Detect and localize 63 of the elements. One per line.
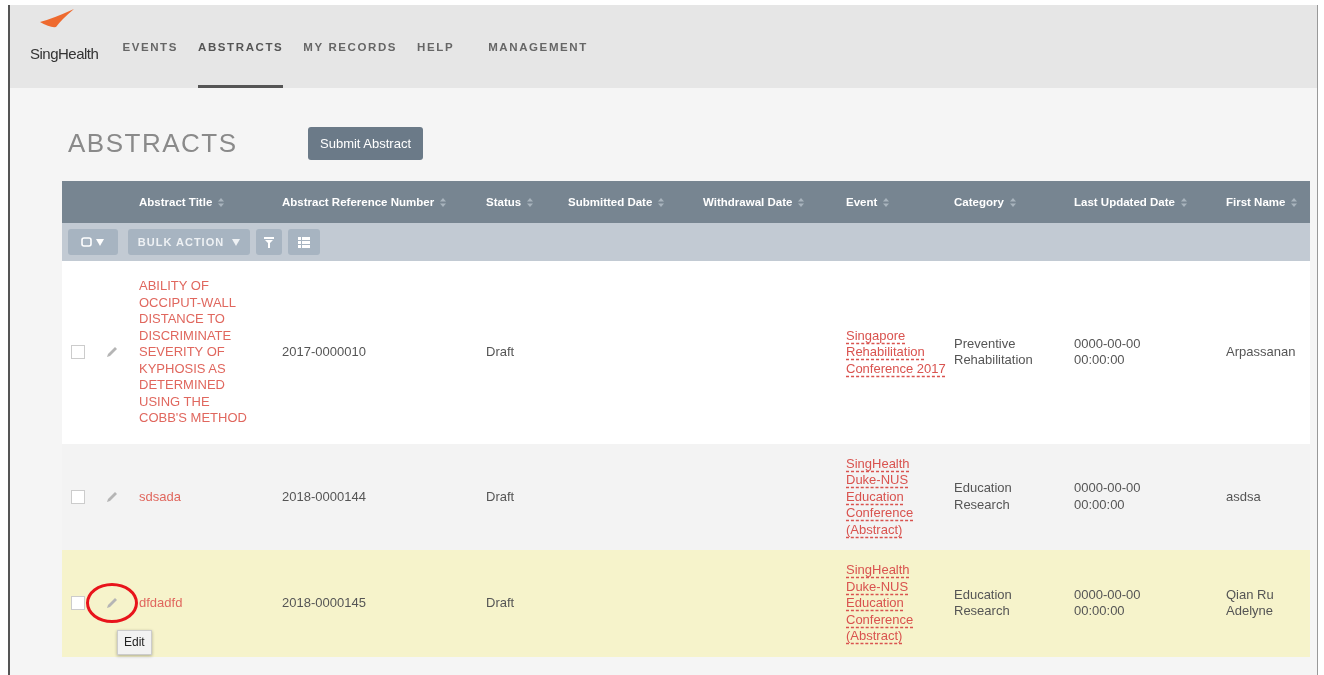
category-text: Education Research xyxy=(954,480,1013,514)
nav-tab[interactable]: HELP xyxy=(417,5,455,88)
filter-button[interactable] xyxy=(256,229,282,255)
row-checkbox[interactable] xyxy=(71,596,85,611)
first-name: asdsa xyxy=(1226,488,1262,505)
column-header[interactable]: Last Updated Date xyxy=(1074,196,1175,208)
sort-icon[interactable] xyxy=(527,197,534,207)
sort-icon[interactable] xyxy=(1180,197,1187,207)
column-header[interactable]: Submitted Date xyxy=(568,196,653,208)
checkbox-caret-icon xyxy=(81,237,105,247)
sort-icon[interactable] xyxy=(1291,197,1298,207)
sort-icon[interactable] xyxy=(1009,197,1016,207)
status-text: Draft xyxy=(486,488,516,505)
abstract-title-link[interactable]: dfdadfd xyxy=(139,595,189,612)
tooltip: Edit xyxy=(117,630,152,655)
column-header[interactable]: Withdrawal Date xyxy=(703,196,793,208)
last-updated-date: 0000-00-00 00:00:00 xyxy=(1074,480,1142,514)
pencil-icon[interactable] xyxy=(105,489,119,504)
column-header[interactable]: First Name xyxy=(1226,196,1286,208)
column-header[interactable]: Event xyxy=(846,196,878,208)
sort-icon[interactable] xyxy=(218,197,225,207)
nav-tab[interactable]: MY RECORDS xyxy=(303,5,398,88)
pencil-icon[interactable] xyxy=(105,596,119,611)
logo-text[interactable]: SingHealth xyxy=(30,31,99,62)
page-title: ABSTRACTS xyxy=(68,128,239,159)
submit-abstract-button[interactable]: Submit Abstract xyxy=(308,127,424,160)
event-link[interactable]: SingHealth Duke-NUS Education Conference (Abstract) xyxy=(846,455,946,538)
filter-icon xyxy=(264,236,274,248)
last-updated-date: 0000-00-00 00:00:00 xyxy=(1074,586,1142,620)
pencil-icon[interactable] xyxy=(105,345,119,360)
reference-number: 2018-0000144 xyxy=(282,488,367,505)
row-checkbox[interactable] xyxy=(71,489,85,504)
reference-number: 2018-0000145 xyxy=(282,595,367,612)
column-chooser-button[interactable] xyxy=(288,229,320,255)
reference-number: 2017-0000010 xyxy=(282,344,367,361)
column-header[interactable]: Status xyxy=(486,196,522,208)
sort-icon[interactable] xyxy=(658,197,665,207)
nav-tab[interactable]: ABSTRACTS xyxy=(198,5,284,88)
sort-icon[interactable] xyxy=(883,197,890,207)
abstract-title-link[interactable]: ABILITY OF OCCIPUT-WALL DISTANCE TO DISCRIMINATE SEVERITY OF KYPHOSIS AS DETERMINED USING THE COBB'S METHOD xyxy=(139,278,257,427)
sort-icon[interactable] xyxy=(798,197,805,207)
abstract-title-link[interactable]: sdsada xyxy=(139,488,187,505)
select-dropdown[interactable] xyxy=(68,229,118,255)
column-header[interactable]: Category xyxy=(954,196,1004,208)
nav-tab[interactable]: EVENTS xyxy=(122,5,178,88)
caret-icon xyxy=(232,238,241,246)
nav-tab[interactable]: MANAGEMENT xyxy=(488,5,588,88)
column-header[interactable]: Abstract Title xyxy=(139,196,213,208)
category-text: Education Research xyxy=(954,586,1013,620)
event-link[interactable]: SingHealth Duke-NUS Education Conference (Abstract) xyxy=(846,562,946,645)
column-header[interactable]: Abstract Reference Number xyxy=(282,196,435,208)
list-icon xyxy=(298,236,310,248)
first-name: Qian Ru Adelyne xyxy=(1226,586,1275,620)
category-text: Preventive Rehabilitation xyxy=(954,335,1034,369)
sort-icon[interactable] xyxy=(440,197,447,207)
row-checkbox[interactable] xyxy=(71,345,85,360)
status-text: Draft xyxy=(486,344,516,361)
status-text: Draft xyxy=(486,595,516,612)
swoosh-logo-icon xyxy=(40,9,74,29)
bulk-action-label: BULK ACTION xyxy=(137,236,225,248)
first-name: Arpassanan xyxy=(1226,344,1297,361)
last-updated-date: 0000-00-00 00:00:00 xyxy=(1074,335,1142,369)
event-link[interactable]: Singapore Rehabilitation Conference 2017 xyxy=(846,327,946,377)
